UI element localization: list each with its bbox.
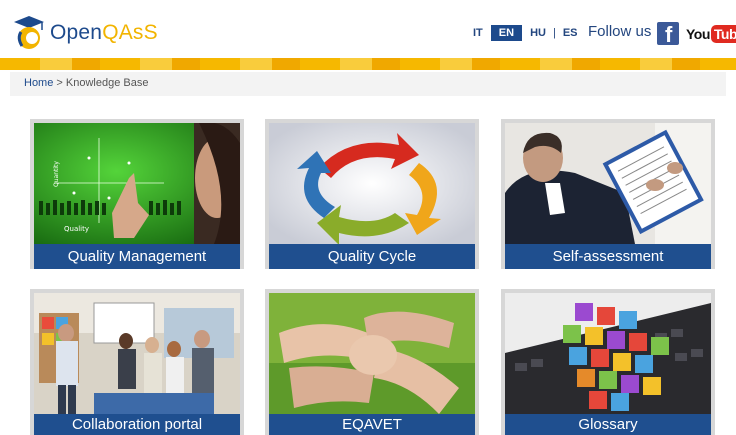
youtube-tube-text: Tube [710, 25, 736, 43]
lang-hu[interactable]: HU [525, 25, 551, 41]
site-header: OpenQAsS IT EN HU | ES Follow us f You Tu… [0, 0, 736, 58]
tile-label: Collaboration portal [34, 414, 240, 435]
tile-self-assessment[interactable]: Self-assessment [501, 119, 715, 269]
tile-label: Self-assessment [505, 244, 711, 269]
collaboration-image [34, 293, 240, 414]
breadcrumb-separator: > [53, 77, 66, 89]
facebook-icon[interactable]: f [657, 22, 679, 45]
tile-glossary[interactable]: Glossary [501, 289, 715, 435]
logo-text-qass: QAsS [102, 21, 158, 44]
tile-label: Glossary [505, 414, 711, 435]
tile-quality-management[interactable]: Quality Quantity Quality Management [30, 119, 244, 269]
tile-eqavet[interactable]: EQAVET [265, 289, 479, 435]
follow-us-label: Follow us [588, 23, 652, 40]
lang-en[interactable]: EN [490, 25, 523, 41]
eqavet-image [269, 293, 475, 414]
youtube-you-text: You [686, 26, 710, 42]
breadcrumb: Home > Knowledge Base [10, 72, 726, 96]
quality-management-image: Quality Quantity [34, 123, 240, 244]
tile-collaboration-portal[interactable]: Collaboration portal [30, 289, 244, 435]
breadcrumb-home-link[interactable]: Home [24, 77, 53, 89]
tile-label: Quality Management [34, 244, 240, 269]
svg-text:Quality: Quality [64, 225, 89, 233]
lang-it[interactable]: IT [468, 25, 488, 41]
site-logo-text[interactable]: OpenQAsS [50, 21, 158, 45]
lang-separator: | [552, 27, 556, 39]
logo-text-open: Open [50, 21, 103, 44]
lang-es[interactable]: ES [558, 25, 583, 41]
svg-text:Quantity: Quantity [53, 161, 60, 187]
tile-label: Quality Cycle [269, 244, 475, 269]
facebook-glyph: f [665, 22, 673, 45]
glossary-image [505, 293, 711, 414]
quality-cycle-image [269, 123, 475, 244]
tile-quality-cycle[interactable]: Quality Cycle [265, 119, 479, 269]
youtube-icon[interactable]: YouTube [686, 23, 736, 45]
self-assessment-image [505, 123, 711, 244]
language-switcher: IT EN HU | ES [468, 25, 583, 41]
breadcrumb-current: Knowledge Base [65, 77, 149, 89]
header-color-stripe [0, 58, 736, 70]
tile-label: EQAVET [269, 414, 475, 435]
logo-icon[interactable] [12, 14, 46, 52]
